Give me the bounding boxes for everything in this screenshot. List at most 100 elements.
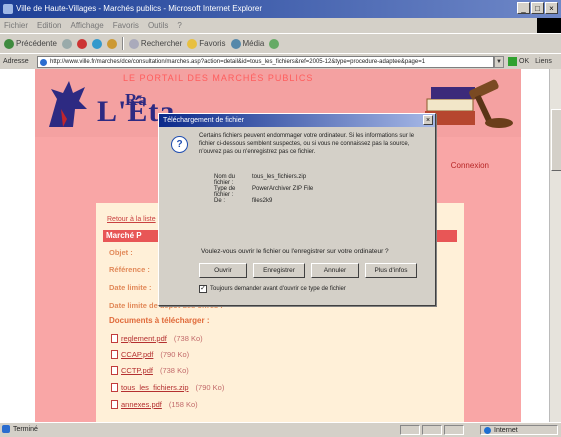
document-size: (158 Ko) — [168, 400, 198, 409]
file-icon — [111, 366, 118, 375]
ie-app-icon — [3, 4, 13, 14]
connexion-link[interactable]: Connexion — [451, 161, 489, 170]
always-ask-checkbox-row[interactable]: ✓ Toujours demander avant d'ouvrir ce ty… — [199, 285, 346, 293]
document-size: (790 Ko) — [160, 350, 190, 359]
menu-file[interactable]: Fichier — [4, 21, 28, 30]
media-button[interactable]: Média — [230, 38, 265, 49]
home-button[interactable] — [106, 38, 117, 49]
address-url: http://www.ville.fr/marches/dce/consulta… — [50, 58, 426, 65]
close-button[interactable]: × — [545, 2, 558, 14]
document-link[interactable]: CCAP.pdf — [121, 350, 153, 359]
menu-edit[interactable]: Edition — [37, 21, 61, 30]
info-objet: Objet : — [109, 248, 133, 257]
document-item[interactable]: annexes.pdf (158 Ko) — [111, 400, 198, 409]
save-button[interactable]: Enregistrer — [253, 263, 305, 278]
stop-button[interactable] — [76, 38, 87, 49]
always-ask-checkbox[interactable]: ✓ — [199, 285, 207, 293]
file-type-row: Type de fichier : PowerArchiver ZIP File — [214, 186, 313, 198]
document-item[interactable]: reglement.pdf (738 Ko) — [111, 334, 203, 343]
file-icon — [111, 334, 118, 343]
page-status-icon — [2, 425, 10, 433]
file-icon — [111, 350, 118, 359]
search-label: Rechercher — [140, 39, 183, 48]
favorites-button[interactable]: Favoris — [187, 38, 226, 49]
maximize-button[interactable]: □ — [531, 2, 544, 14]
document-link[interactable]: annexes.pdf — [121, 400, 162, 409]
menu-favorites[interactable]: Favoris — [113, 21, 139, 30]
address-label: Adresse — [3, 58, 29, 65]
dialog-warning-text: Certains fichiers peuvent endommager vot… — [199, 133, 415, 155]
minimize-button[interactable]: _ — [517, 2, 530, 14]
always-ask-label: Toujours demander avant d'ouvrir ce type… — [210, 286, 346, 292]
status-cell — [422, 425, 442, 435]
documents-title: Documents à télécharger : — [109, 316, 210, 325]
history-icon — [269, 38, 280, 49]
windows-throbber-logo — [537, 18, 561, 33]
history-button[interactable] — [269, 38, 280, 49]
document-link[interactable]: reglement.pdf — [121, 334, 167, 343]
info-date: Date limite : — [109, 283, 152, 292]
document-size: (738 Ko) — [173, 334, 203, 343]
books-gavel-illustration — [425, 79, 513, 128]
home-icon — [106, 38, 117, 49]
dialog-title-bar: Téléchargement de fichier × — [159, 114, 435, 127]
document-item[interactable]: tous_les_fichiers.zip (790 Ko) — [111, 383, 224, 392]
address-dropdown-button[interactable]: ▼ — [494, 55, 504, 68]
cancel-button[interactable]: Annuler — [311, 263, 359, 278]
file-name-value: tous_les_fichiers.zip — [252, 174, 307, 180]
links-button[interactable]: Liens — [535, 58, 552, 65]
go-button[interactable]: OK — [508, 57, 529, 66]
page-icon — [40, 58, 47, 66]
file-name-label: Nom du fichier : — [214, 174, 236, 186]
back-arrow-icon — [4, 38, 14, 49]
file-download-dialog: Téléchargement de fichier × ? Certains f… — [158, 113, 436, 306]
open-button[interactable]: Ouvrir — [199, 263, 247, 278]
file-icon — [111, 383, 118, 392]
dialog-question: Voulez-vous ouvrir le fichier ou l'enreg… — [201, 248, 389, 255]
search-button[interactable]: Rechercher — [128, 38, 183, 49]
dialog-close-button[interactable]: × — [423, 115, 433, 125]
more-info-button[interactable]: Plus d'infos — [365, 263, 417, 278]
info-reference: Référence : — [109, 265, 150, 274]
back-button[interactable]: Précédente — [4, 38, 57, 49]
globe-icon — [484, 426, 491, 434]
go-arrow-icon — [508, 57, 517, 66]
toolbar: Précédente Rechercher Favoris Média — [0, 33, 561, 53]
document-size: (738 Ko) — [159, 366, 189, 375]
window-title: Ville de Haute-Villages - Marchés public… — [16, 4, 263, 13]
brand-sub: Ra — [125, 90, 148, 109]
status-bar: Terminé Internet — [0, 422, 561, 437]
vertical-scrollbar[interactable] — [549, 69, 561, 422]
menu-help[interactable]: ? — [177, 21, 181, 30]
favorites-star-icon — [187, 38, 198, 49]
go-label: OK — [519, 58, 530, 65]
back-label: Précédente — [16, 39, 57, 48]
window-controls: _ □ × — [517, 2, 558, 14]
file-source-value: files2k9 — [252, 198, 273, 204]
dialog-title: Téléchargement de fichier — [163, 117, 244, 124]
status-cells — [400, 425, 464, 435]
file-name-row: Nom du fichier : tous_les_fichiers.zip — [214, 174, 306, 186]
status-text: Terminé — [13, 425, 38, 433]
file-source-label: De : — [214, 198, 226, 204]
address-input[interactable]: http://www.ville.fr/marches/dce/consulta… — [37, 55, 494, 68]
breadcrumb-link[interactable]: Retour à la liste — [107, 216, 156, 223]
document-link[interactable]: tous_les_fichiers.zip — [121, 383, 189, 392]
menu-tools[interactable]: Outils — [148, 21, 168, 30]
status-cell — [400, 425, 420, 435]
scrollbar-thumb[interactable] — [551, 109, 561, 171]
address-bar: Adresse http://www.ville.fr/marches/dce/… — [0, 53, 561, 69]
document-item[interactable]: CCAP.pdf (790 Ko) — [111, 350, 189, 359]
forward-button[interactable] — [61, 38, 72, 49]
document-item[interactable]: CCTP.pdf (738 Ko) — [111, 366, 189, 375]
window-title-bar: Ville de Haute-Villages - Marchés public… — [0, 0, 561, 18]
question-icon: ? — [171, 136, 188, 153]
refresh-button[interactable] — [91, 38, 102, 49]
media-label: Média — [242, 39, 265, 48]
menu-view[interactable]: Affichage — [70, 21, 103, 30]
stop-icon — [76, 38, 87, 49]
document-link[interactable]: CCTP.pdf — [121, 366, 153, 375]
toolbar-separator — [121, 37, 124, 50]
file-type-value: PowerArchiver ZIP File — [252, 186, 314, 192]
search-icon — [128, 38, 139, 49]
